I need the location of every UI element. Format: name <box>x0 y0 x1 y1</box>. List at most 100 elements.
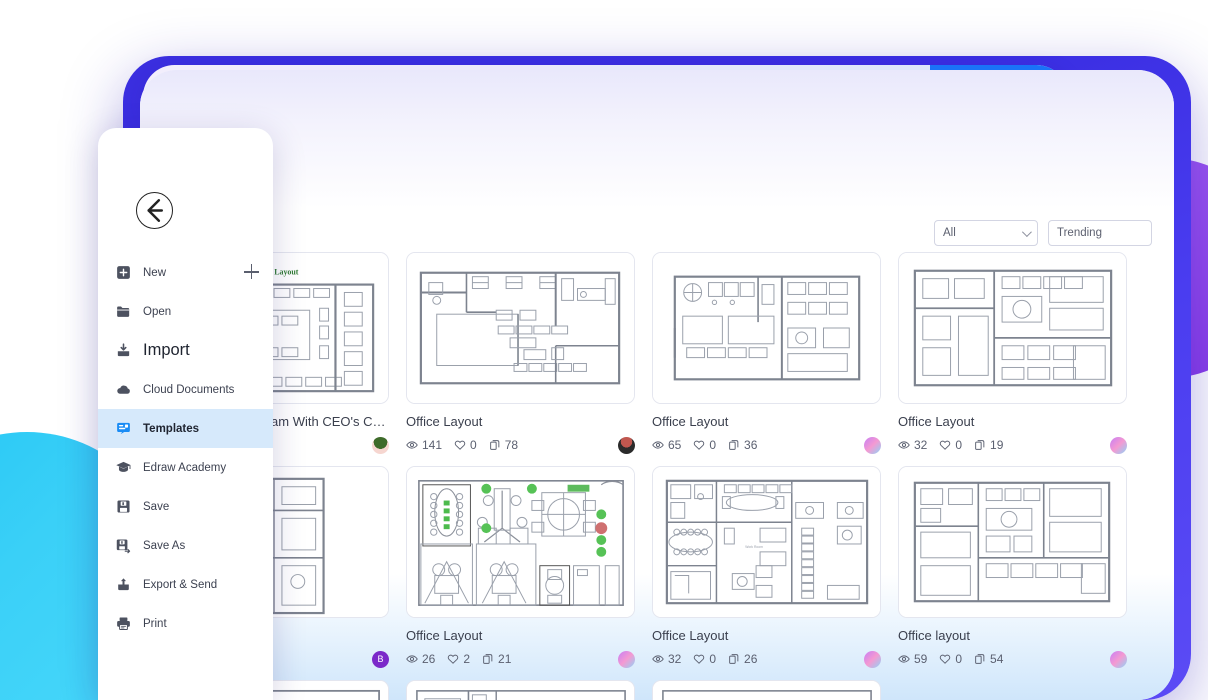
heart-icon <box>448 654 459 665</box>
template-stats: 32 0 26 <box>652 650 881 668</box>
templates-icon <box>117 422 130 435</box>
copy-icon <box>483 654 493 665</box>
template-card[interactable]: Office Layout 141 0 78 <box>406 252 635 454</box>
template-thumbnail[interactable] <box>898 465 1127 618</box>
heart-icon <box>694 654 705 665</box>
template-thumbnail[interactable] <box>898 252 1127 404</box>
copy-icon <box>729 440 739 451</box>
save-as-icon <box>116 539 131 554</box>
author-avatar[interactable] <box>864 436 881 454</box>
template-card[interactable]: Office layout 59 0 54 <box>898 465 1127 668</box>
category-select[interactable]: All <box>934 220 1038 246</box>
menu-item-edraw-academy[interactable]: Edraw Academy <box>98 448 273 487</box>
plus-icon[interactable] <box>244 264 259 279</box>
views-stat-value: 65 <box>668 438 682 453</box>
template-card[interactable]: Work Room Office Layout 32 0 26 <box>652 465 881 668</box>
import-icon <box>117 343 130 357</box>
template-card[interactable] <box>652 679 881 700</box>
heart-icon <box>940 654 951 665</box>
sort-select-value: Trending <box>1057 227 1102 239</box>
template-thumbnail[interactable] <box>652 679 881 700</box>
import-icon <box>115 342 132 359</box>
likes-stat-value: 2 <box>463 652 471 667</box>
views-stat: 65 <box>652 438 681 452</box>
author-avatar[interactable] <box>618 436 635 454</box>
graduation-cap-icon <box>115 459 132 476</box>
template-stats: 141 0 78 <box>406 436 635 454</box>
heart-icon <box>454 441 466 451</box>
file-menu-list: New Open Import Cloud Documents Templates Edr… <box>98 253 273 643</box>
author-avatar[interactable] <box>618 650 635 668</box>
cloud-icon <box>117 385 130 394</box>
graduation-cap-icon <box>116 461 131 472</box>
menu-item-save-as[interactable]: Save As <box>98 526 273 565</box>
eye-icon <box>406 655 418 663</box>
heart-icon <box>694 441 705 451</box>
menu-item-label: New <box>143 266 167 279</box>
copy-icon <box>975 440 985 451</box>
menu-item-label: Print <box>143 617 167 630</box>
copies-stat-value: 19 <box>990 438 1004 453</box>
menu-item-cloud-documents[interactable]: Cloud Documents <box>98 370 273 409</box>
menu-item-open[interactable]: Open <box>98 292 273 331</box>
file-menu-panel: New Open Import Cloud Documents Templates Edr… <box>98 128 273 700</box>
author-avatar[interactable] <box>372 436 389 454</box>
template-title: Office Layout <box>652 627 729 643</box>
template-title: Office Layout <box>406 414 483 429</box>
template-title: Office Layout <box>898 414 975 429</box>
menu-item-import[interactable]: Import <box>98 331 273 370</box>
eye-icon <box>406 441 418 449</box>
promo-composition: Search All Trending Office LayoutOffice … <box>0 0 1208 700</box>
back-button[interactable] <box>136 192 173 229</box>
template-thumbnail[interactable] <box>406 252 635 404</box>
eye-icon <box>652 441 664 449</box>
folder-icon <box>115 303 132 320</box>
views-stat-value: 32 <box>914 438 928 453</box>
menu-item-print[interactable]: Print <box>98 604 273 643</box>
template-thumbnail[interactable] <box>406 465 635 618</box>
sort-select[interactable]: Trending <box>1048 220 1152 246</box>
menu-item-export-send[interactable]: Export & Send <box>98 565 273 604</box>
template-thumbnail[interactable] <box>652 252 881 404</box>
template-stats: 59 0 54 <box>898 650 1127 668</box>
template-thumbnail[interactable]: Work Room <box>652 465 881 618</box>
menu-item-label: Import <box>143 341 190 359</box>
template-card[interactable]: Office Layout 32 0 19 <box>898 252 1127 454</box>
copies-stat-value: 26 <box>744 652 758 667</box>
views-stat: 32 <box>898 438 927 452</box>
views-stat: 26 <box>406 652 435 666</box>
save-icon <box>115 498 132 515</box>
author-avatar[interactable] <box>864 650 881 668</box>
template-title: Office Layout <box>406 627 483 643</box>
author-avatar[interactable] <box>1110 436 1127 454</box>
copies-stat: 21 <box>482 652 511 666</box>
author-avatar[interactable]: B <box>372 650 389 668</box>
menu-item-templates[interactable]: Templates <box>98 409 273 448</box>
heart-icon <box>940 441 951 451</box>
new-document-icon <box>117 266 130 279</box>
template-stats: 65 0 36 <box>652 436 881 454</box>
template-card[interactable]: Office Layout 26 2 21 <box>406 465 635 668</box>
likes-stat: 0 <box>454 438 477 452</box>
author-avatar[interactable] <box>1110 650 1127 668</box>
copies-stat: 26 <box>728 652 757 666</box>
likes-stat: 0 <box>693 652 716 666</box>
copies-stat: 54 <box>974 652 1003 666</box>
printer-icon <box>115 615 132 632</box>
likes-stat: 0 <box>693 438 716 452</box>
menu-item-save[interactable]: Save <box>98 487 273 526</box>
export-icon <box>115 576 132 593</box>
cloud-icon <box>115 381 132 398</box>
likes-stat-value: 0 <box>709 438 717 453</box>
likes-stat-value: 0 <box>955 652 963 667</box>
menu-item-new[interactable]: New <box>98 253 273 292</box>
template-card[interactable]: TOILET <box>406 679 635 700</box>
views-stat: 32 <box>652 652 681 666</box>
menu-item-label: Save <box>143 500 170 513</box>
copies-stat-value: 36 <box>744 438 758 453</box>
template-thumbnail[interactable]: TOILET <box>406 679 635 700</box>
new-document-icon <box>115 264 132 281</box>
likes-stat: 0 <box>939 438 962 452</box>
template-card[interactable]: Office Layout 65 0 36 <box>652 252 881 454</box>
likes-stat: 2 <box>447 652 470 666</box>
